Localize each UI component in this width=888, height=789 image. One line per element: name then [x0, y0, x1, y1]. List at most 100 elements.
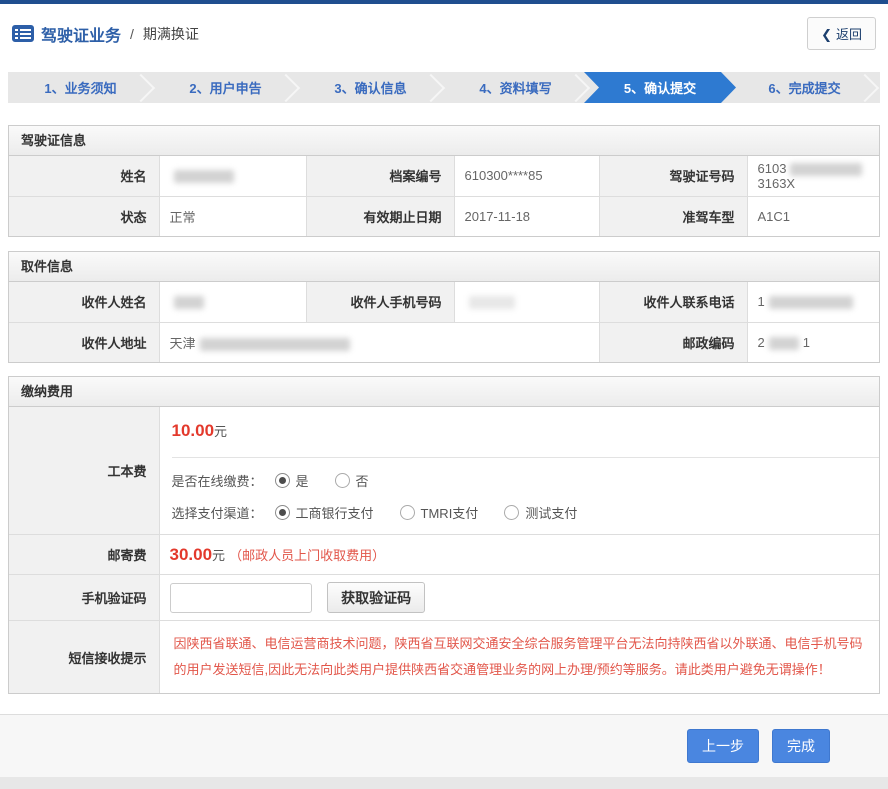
- recipient-name-label: 收件人姓名: [9, 282, 159, 322]
- chevron-right-icon: [127, 73, 155, 101]
- page-header: 驾驶证业务 / 期满换证 ❮返回: [0, 4, 888, 60]
- online-pay-no-option[interactable]: 否: [335, 471, 369, 490]
- pickup-info-table: 收件人姓名 收件人手机号码 收件人联系电话 1 收件人地址 天津 邮政编码 21: [9, 282, 879, 362]
- step-label: 2、用户申告: [189, 78, 261, 97]
- finish-button[interactable]: 完成: [772, 729, 830, 763]
- recipient-name-value: [159, 282, 306, 322]
- license-no-label: 驾驶证号码: [599, 156, 747, 196]
- table-row: 工本费 10.00元 是否在线缴费： 是 否 选择支付渠道： 工商银行支付 TM…: [9, 407, 879, 535]
- recipient-phone-value: 1: [747, 282, 879, 322]
- back-arrow-icon: ❮: [821, 27, 832, 42]
- license-no-value: 61033163X: [747, 156, 879, 196]
- table-row: 收件人地址 天津 邮政编码 21: [9, 322, 879, 362]
- online-pay-yes-label: 是: [296, 471, 309, 490]
- wizard-step-bar: 1、业务须知 2、用户申告 3、确认信息 4、资料填写 5、确认提交 6、完成提…: [8, 72, 880, 103]
- vehicle-type-label: 准驾车型: [599, 196, 747, 236]
- step-4-fill-data[interactable]: 4、资料填写: [443, 72, 588, 103]
- channel-icbc-option[interactable]: 工商银行支付: [275, 503, 374, 522]
- step-6-finish-submit[interactable]: 6、完成提交: [732, 72, 877, 103]
- radio-checked-icon[interactable]: [275, 505, 290, 520]
- redacted-recipient-address: [200, 338, 350, 351]
- get-captcha-button[interactable]: 获取验证码: [327, 582, 425, 613]
- channel-tmri-label: TMRI支付: [421, 503, 479, 522]
- redacted-name: [174, 170, 234, 183]
- back-button[interactable]: ❮ 返回: [807, 17, 876, 50]
- sms-tip-cell: 因陕西省联通、电信运营商技术问题，陕西省互联网交通安全综合服务管理平台无法向持陕…: [159, 621, 879, 694]
- name-label: 姓名: [9, 156, 159, 196]
- online-pay-question: 是否在线缴费：: [172, 471, 263, 490]
- previous-step-button[interactable]: 上一步: [687, 729, 759, 763]
- channel-test-label: 测试支付: [525, 503, 577, 522]
- table-row: 收件人姓名 收件人手机号码 收件人联系电话 1: [9, 282, 879, 322]
- redacted-recipient-phone: [769, 296, 853, 309]
- chevron-right-icon: [851, 73, 879, 101]
- redacted-postcode: [769, 337, 799, 350]
- file-no-value: 610300****85: [454, 156, 599, 196]
- mail-fee-note: （邮政人员上门收取费用）: [229, 548, 385, 563]
- production-fee-label: 工本费: [9, 407, 159, 535]
- postcode-label: 邮政编码: [599, 322, 747, 362]
- valid-until-value: 2017-11-18: [454, 196, 599, 236]
- vehicle-type-value: A1C1: [747, 196, 879, 236]
- step-1-business-notice[interactable]: 1、业务须知: [8, 72, 153, 103]
- license-business-icon: [12, 25, 34, 42]
- breadcrumb-current: 期满换证: [143, 24, 199, 44]
- pickup-section-title: 取件信息: [9, 252, 879, 282]
- table-row: 邮寄费 30.00元（邮政人员上门收取费用）: [9, 535, 879, 575]
- step-label: 5、确认提交: [624, 78, 696, 97]
- chevron-right-icon: [562, 73, 590, 101]
- online-pay-row: 是否在线缴费： 是 否: [172, 471, 880, 490]
- step-2-user-declaration[interactable]: 2、用户申告: [153, 72, 298, 103]
- valid-until-label: 有效期止日期: [306, 196, 454, 236]
- license-info-table: 姓名 档案编号 610300****85 驾驶证号码 61033163X 状态 …: [9, 156, 879, 236]
- mail-fee-label: 邮寄费: [9, 535, 159, 575]
- mail-fee-cell: 30.00元（邮政人员上门收取费用）: [159, 535, 879, 575]
- step-label: 6、完成提交: [768, 78, 840, 97]
- table-row: 姓名 档案编号 610300****85 驾驶证号码 61033163X: [9, 156, 879, 196]
- table-row: 手机验证码 获取验证码: [9, 575, 879, 621]
- chevron-right-icon: [272, 73, 300, 101]
- online-pay-no-label: 否: [356, 471, 369, 490]
- production-fee-amount: 10.00: [172, 421, 215, 440]
- recipient-phone-label: 收件人联系电话: [599, 282, 747, 322]
- step-label: 1、业务须知: [44, 78, 116, 97]
- redacted-recipient-mobile: [469, 296, 515, 309]
- production-fee-amount-row: 10.00元: [172, 407, 880, 458]
- recipient-address-value: 天津: [159, 322, 599, 362]
- captcha-cell: 获取验证码: [159, 575, 879, 621]
- step-label: 4、资料填写: [479, 78, 551, 97]
- pay-channel-row: 选择支付渠道： 工商银行支付 TMRI支付 测试支付: [172, 503, 880, 522]
- status-value: 正常: [159, 196, 306, 236]
- back-button-label: 返回: [836, 27, 862, 42]
- breadcrumb-separator: /: [130, 26, 134, 42]
- table-row: 状态 正常 有效期止日期 2017-11-18 准驾车型 A1C1: [9, 196, 879, 236]
- recipient-mobile-value: [454, 282, 599, 322]
- file-no-label: 档案编号: [306, 156, 454, 196]
- table-row: 短信接收提示 因陕西省联通、电信运营商技术问题，陕西省互联网交通安全综合服务管理…: [9, 621, 879, 694]
- name-value: [159, 156, 306, 196]
- sms-warning-text: 因陕西省联通、电信运营商技术问题，陕西省互联网交通安全综合服务管理平台无法向持陕…: [170, 621, 870, 693]
- step-3-confirm-info[interactable]: 3、确认信息: [298, 72, 443, 103]
- radio-unchecked-icon[interactable]: [400, 505, 415, 520]
- captcha-label: 手机验证码: [9, 575, 159, 621]
- recipient-mobile-label: 收件人手机号码: [306, 282, 454, 322]
- channel-icbc-label: 工商银行支付: [296, 503, 374, 522]
- radio-unchecked-icon[interactable]: [504, 505, 519, 520]
- postcode-value: 21: [747, 322, 879, 362]
- step-5-confirm-submit-active[interactable]: 5、确认提交: [584, 72, 736, 103]
- pickup-info-section: 取件信息 收件人姓名 收件人手机号码 收件人联系电话 1 收件人地址 天津 邮政…: [8, 251, 880, 363]
- production-fee-cell: 10.00元 是否在线缴费： 是 否 选择支付渠道： 工商银行支付 TMRI支付…: [159, 407, 879, 535]
- fees-section-title: 缴纳费用: [9, 377, 879, 407]
- radio-checked-icon[interactable]: [275, 473, 290, 488]
- captcha-input[interactable]: [170, 583, 312, 613]
- fee-unit: 元: [214, 424, 227, 439]
- channel-tmri-option[interactable]: TMRI支付: [400, 503, 479, 522]
- pay-channel-question: 选择支付渠道：: [172, 503, 263, 522]
- radio-unchecked-icon[interactable]: [335, 473, 350, 488]
- fee-unit: 元: [212, 548, 225, 563]
- channel-test-option[interactable]: 测试支付: [504, 503, 577, 522]
- status-label: 状态: [9, 196, 159, 236]
- license-info-section: 驾驶证信息 姓名 档案编号 610300****85 驾驶证号码 6103316…: [8, 125, 880, 237]
- online-pay-yes-option[interactable]: 是: [275, 471, 309, 490]
- chevron-right-icon: [417, 73, 445, 101]
